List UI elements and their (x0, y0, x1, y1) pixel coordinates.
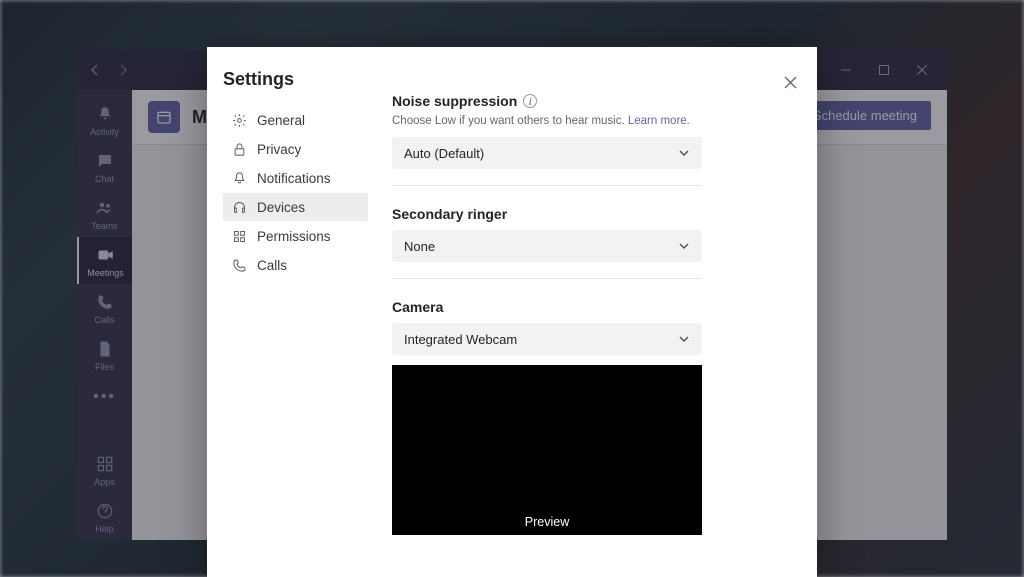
heading-text: Camera (392, 299, 443, 315)
settings-modal: Settings General Privacy Notifications (207, 47, 817, 577)
settings-title: Settings (223, 69, 368, 90)
camera-dropdown[interactable]: Integrated Webcam (392, 323, 702, 355)
divider (392, 185, 702, 186)
preview-label: Preview (392, 515, 702, 529)
secondary-ringer-dropdown[interactable]: None (392, 230, 702, 262)
noise-suppression-dropdown[interactable]: Auto (Default) (392, 137, 702, 169)
settings-nav-privacy[interactable]: Privacy (223, 135, 368, 163)
chevron-down-icon (678, 147, 690, 159)
settings-nav-general[interactable]: General (223, 106, 368, 134)
settings-nav-notifications[interactable]: Notifications (223, 164, 368, 192)
camera-preview: Preview (392, 365, 702, 535)
headset-icon (231, 199, 247, 215)
section-heading: Noise suppression i (392, 93, 795, 109)
app-grid-icon (231, 228, 247, 244)
chevron-down-icon (678, 333, 690, 345)
dropdown-value: None (404, 239, 435, 254)
info-icon[interactable]: i (523, 94, 537, 108)
close-button[interactable] (777, 69, 803, 95)
settings-nav-devices[interactable]: Devices (223, 193, 368, 221)
nav-label: Permissions (257, 229, 331, 244)
nav-label: Calls (257, 258, 287, 273)
gear-icon (231, 112, 247, 128)
section-noise-suppression: Noise suppression i Choose Low if you wa… (392, 93, 795, 169)
lock-icon (231, 141, 247, 157)
nav-label: General (257, 113, 305, 128)
section-heading: Secondary ringer (392, 206, 795, 222)
section-heading: Camera (392, 299, 795, 315)
learn-more-link[interactable]: Learn more. (628, 115, 690, 127)
nav-label: Notifications (257, 171, 331, 186)
settings-nav-permissions[interactable]: Permissions (223, 222, 368, 250)
nav-label: Devices (257, 200, 305, 215)
phone-outline-icon (231, 257, 247, 273)
heading-text: Secondary ringer (392, 206, 507, 222)
heading-text: Noise suppression (392, 93, 517, 109)
dropdown-value: Auto (Default) (404, 146, 484, 161)
dropdown-value: Integrated Webcam (404, 332, 517, 347)
settings-nav: Settings General Privacy Notifications (207, 47, 380, 577)
section-camera: Camera Integrated Webcam Preview (392, 299, 795, 535)
divider (392, 278, 702, 279)
chevron-down-icon (678, 240, 690, 252)
section-secondary-ringer: Secondary ringer None (392, 206, 795, 262)
subtitle-text: Choose Low if you want others to hear mu… (392, 115, 628, 127)
settings-nav-calls[interactable]: Calls (223, 251, 368, 279)
settings-content: Noise suppression i Choose Low if you wa… (380, 47, 817, 577)
bell-outline-icon (231, 170, 247, 186)
nav-label: Privacy (257, 142, 301, 157)
section-subtitle: Choose Low if you want others to hear mu… (392, 115, 795, 127)
